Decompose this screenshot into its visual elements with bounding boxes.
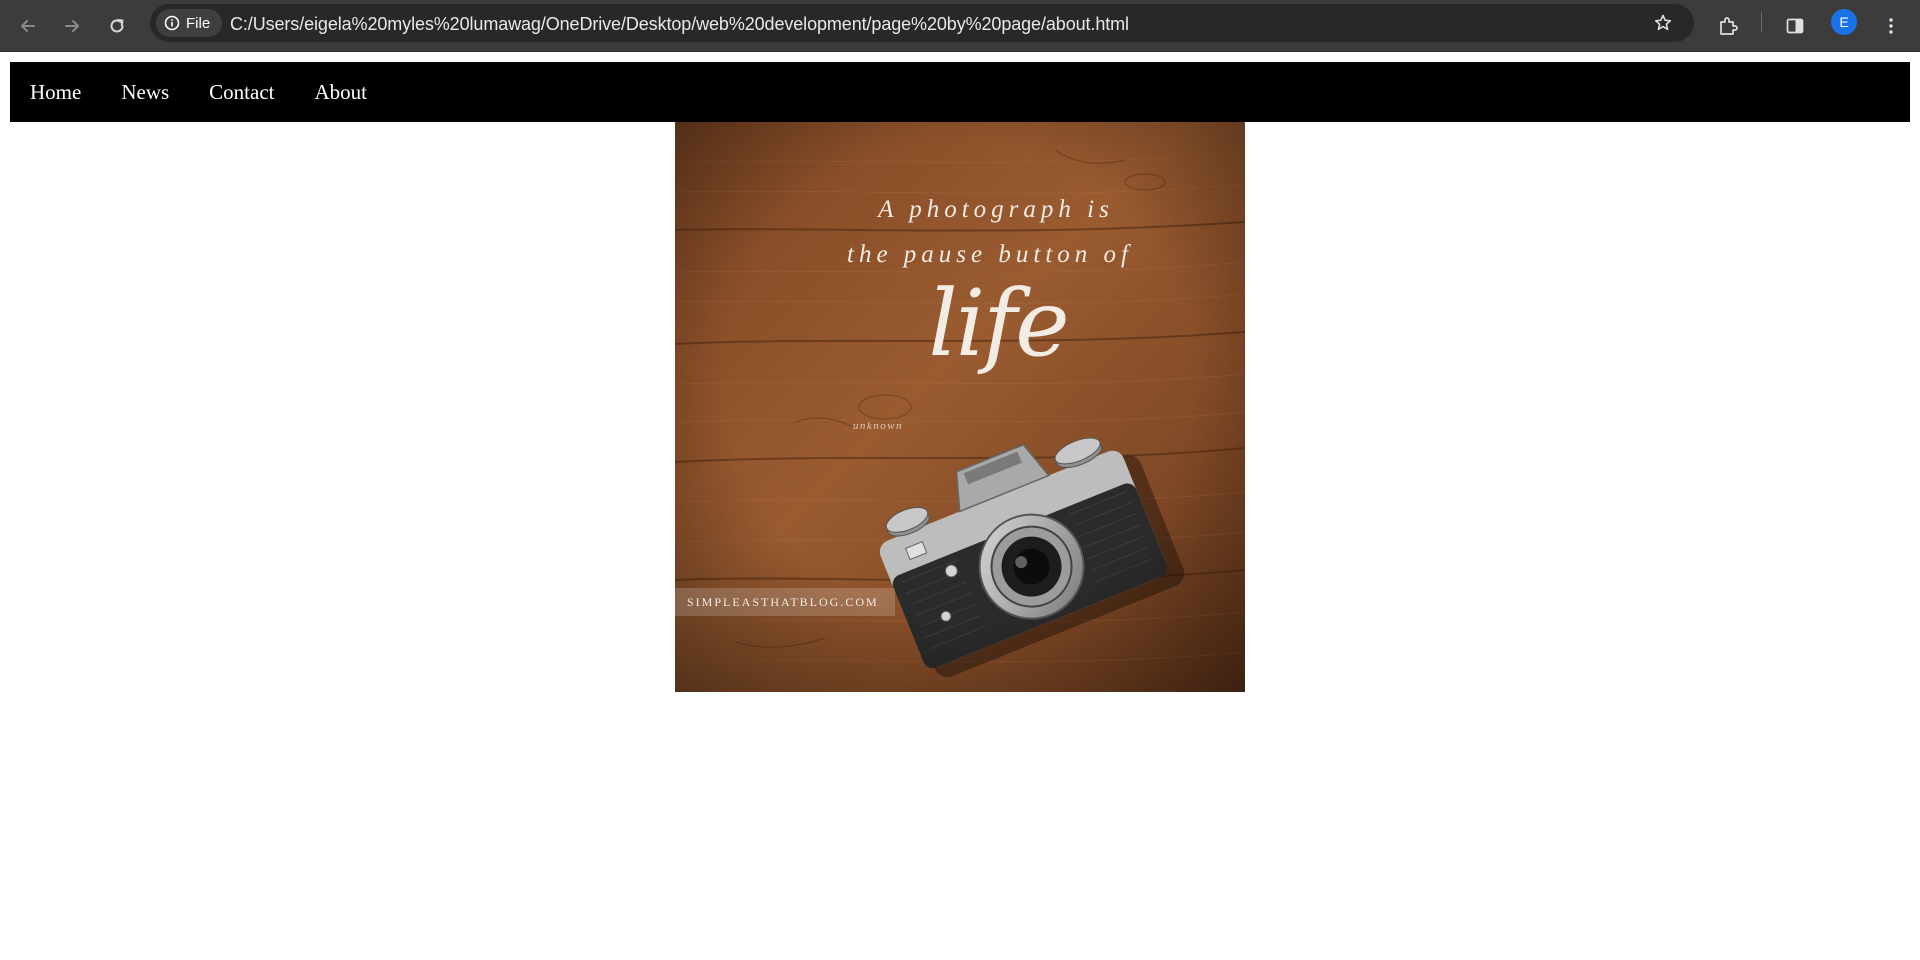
side-panel-icon: [1786, 18, 1804, 34]
back-button[interactable]: [12, 10, 44, 42]
extensions-icon: [1720, 17, 1738, 35]
browser-toolbar: File C:/Users/eigela%20myles%20lumawag/O…: [0, 0, 1920, 52]
nav-link-news[interactable]: News: [101, 62, 189, 122]
forward-icon: [65, 20, 79, 32]
info-icon: [164, 15, 180, 31]
reload-button[interactable]: [101, 10, 133, 42]
nav-link-about[interactable]: About: [294, 62, 387, 122]
quote-word-life: life: [928, 270, 1069, 377]
toolbar-divider: [1761, 12, 1762, 32]
site-info-chip[interactable]: File: [156, 9, 222, 37]
site-info-label: File: [186, 14, 211, 32]
kebab-menu-icon: [1889, 18, 1893, 34]
quote-line-2: the pause button of: [847, 241, 1133, 268]
quote-image: A photograph is the pause button of life…: [675, 122, 1245, 692]
forward-button[interactable]: [56, 10, 88, 42]
profile-avatar[interactable]: E: [1831, 9, 1857, 35]
reload-icon: [110, 19, 124, 33]
star-icon: [1654, 14, 1672, 31]
side-panel-button[interactable]: [1779, 10, 1811, 42]
extensions-button[interactable]: [1712, 10, 1744, 42]
browser-menu-button[interactable]: [1875, 10, 1907, 42]
site-navbar: Home News Contact About: [10, 62, 1910, 122]
quote-line-1: A photograph is: [878, 196, 1114, 223]
image-watermark: SIMPLEASTHATBLOG.COM: [675, 588, 895, 616]
nav-link-contact[interactable]: Contact: [189, 62, 294, 122]
address-bar[interactable]: File C:/Users/eigela%20myles%20lumawag/O…: [150, 4, 1694, 42]
bookmark-button[interactable]: [1650, 10, 1676, 36]
url-text[interactable]: C:/Users/eigela%20myles%20lumawag/OneDri…: [230, 14, 1129, 35]
nav-link-home[interactable]: Home: [10, 62, 101, 122]
back-icon: [21, 20, 35, 32]
quote-attribution: unknown: [852, 420, 904, 432]
